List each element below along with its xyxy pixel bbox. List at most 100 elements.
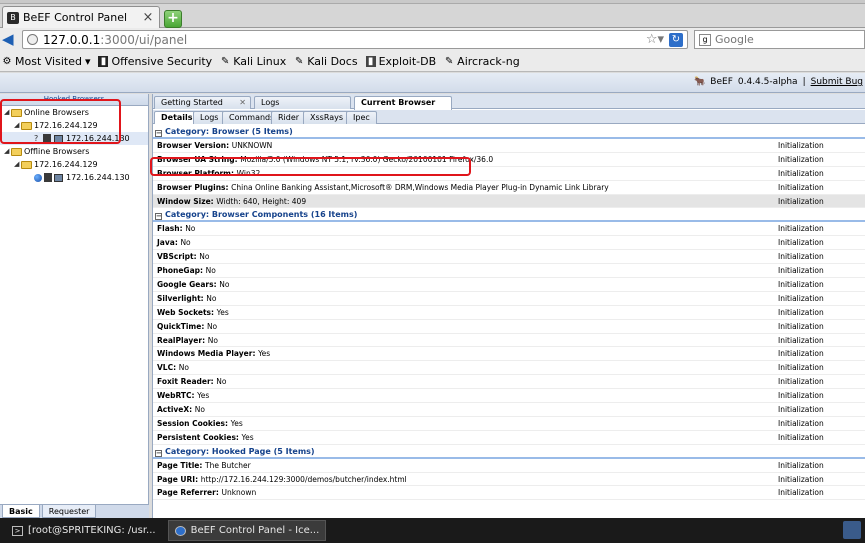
left-panel-tabs: Basic Requester (0, 504, 149, 518)
bookmark-exploit-db[interactable]: ▮ Exploit-DB (365, 55, 436, 68)
expand-arrow-icon[interactable]: ◢ (14, 119, 19, 132)
bookmark-kali-docs[interactable]: ✎ Kali Docs (294, 55, 358, 68)
google-icon: g (699, 33, 711, 46)
folder-icon (21, 161, 32, 169)
expand-arrow-icon[interactable]: ◢ (4, 145, 9, 158)
detail-row[interactable]: Session Cookies: Yes Initialization (153, 417, 865, 431)
tab-requester[interactable]: Requester (41, 505, 97, 518)
submit-bug-link[interactable]: Submit Bug (811, 77, 863, 87)
folder-icon (11, 109, 22, 117)
kali-icon: ✎ (221, 55, 230, 67)
detail-row[interactable]: RealPlayer: No Initialization (153, 334, 865, 348)
online-subnet-label: 172.16.244.129 (34, 121, 98, 130)
tree-offline-browsers[interactable]: ◢ Offline Browsers (0, 145, 148, 158)
exploitdb-icon: ▮ (365, 55, 376, 67)
main-tabs: Getting Started ✕ Logs Current Browser (153, 94, 865, 110)
detail-row[interactable]: Java: No Initialization (153, 236, 865, 251)
folder-icon (21, 122, 32, 130)
category-header[interactable]: − Category: Browser (5 Items) (153, 125, 865, 139)
detail-row[interactable]: QuickTime: No Initialization (153, 320, 865, 334)
bookmark-aircrack-ng[interactable]: ✎ Aircrack-ng (444, 55, 520, 68)
search-bar[interactable]: g (694, 30, 865, 49)
taskbar-browser[interactable]: BeEF Control Panel - Ice... (167, 520, 327, 541)
online-browsers-label: Online Browsers (24, 108, 89, 117)
terminal-icon: > (12, 525, 23, 536)
category-header[interactable]: − Category: Hooked Page (5 Items) (153, 445, 865, 459)
tab-getting-started[interactable]: Getting Started ✕ (154, 96, 251, 109)
bookmarks-toolbar: ⚙ Most Visited ▾ ▮ Offensive Security ✎ Kali… (0, 51, 865, 72)
search-input[interactable] (715, 33, 845, 46)
header-separator: | (802, 77, 806, 87)
browser-tab-bar: B BeEF Control Panel × + (0, 4, 865, 28)
detail-row[interactable]: Persistent Cookies: Yes Initialization (153, 431, 865, 445)
category-header[interactable]: − Category: Browser Components (16 Items) (153, 208, 865, 223)
new-tab-button[interactable]: + (164, 10, 182, 28)
detail-row[interactable]: Windows Media Player: Yes Initialization (153, 347, 865, 362)
back-arrow-icon[interactable]: ◀ (2, 31, 18, 47)
online-host-label: 172.16.244.130 (66, 134, 130, 143)
navigation-bar: ◀ 127.0.0.1:3000/ui/panel ☆▾ ↻ g (0, 28, 865, 51)
beef-header-info: 🐂 BeEF 0.4.4.5-alpha | Submit Bug (694, 77, 863, 87)
beef-header: 🐂 BeEF 0.4.4.5-alpha | Submit Bug (0, 73, 865, 93)
main-panel: Getting Started ✕ Logs Current Browser De… (152, 94, 865, 518)
reload-icon[interactable]: ↻ (669, 32, 683, 47)
detail-row[interactable]: Foxit Reader: No Initialization (153, 375, 865, 390)
close-tab-icon[interactable]: ✕ (239, 97, 246, 109)
detail-row[interactable]: Google Gears: No Initialization (153, 278, 865, 292)
tray-icon[interactable] (843, 521, 861, 539)
detail-row[interactable]: Page Title: The Butcher Initialization (153, 459, 865, 473)
detail-row[interactable]: Page URI: http://172.16.244.129:3000/dem… (153, 473, 865, 487)
offsec-icon: ▮ (98, 55, 109, 67)
tab-basic[interactable]: Basic (2, 505, 40, 518)
detail-row[interactable]: Browser Plugins: China Online Banking As… (153, 181, 865, 195)
tab-current-browser[interactable]: Current Browser (354, 96, 452, 110)
detail-row[interactable]: VBScript: No Initialization (153, 250, 865, 265)
tab-rider[interactable]: Rider (271, 111, 307, 124)
kali-icon: ✎ (295, 55, 304, 67)
detail-row-ua-string[interactable]: Browser UA String: Mozilla/5.0 (Windows … (153, 153, 865, 167)
tab-logs-main[interactable]: Logs (254, 96, 351, 109)
offline-subnet-label: 172.16.244.129 (34, 160, 98, 169)
detail-row[interactable]: Browser Platform: Win32 Initialization (153, 167, 865, 181)
detail-row[interactable]: ActiveX: No Initialization (153, 403, 865, 417)
taskbar: > [root@SPRITEKING: /usr... BeEF Control … (0, 518, 865, 543)
detail-row[interactable]: Window Size: Width: 640, Height: 409 Init… (153, 194, 865, 209)
detail-row[interactable]: Flash: No Initialization (153, 222, 865, 237)
tab-logs[interactable]: Logs (193, 111, 226, 124)
detail-row[interactable]: Page Referrer: Unknown Initialization (153, 486, 865, 501)
tree-offline-host[interactable]: 172.16.244.130 (0, 171, 148, 184)
offline-host-label: 172.16.244.130 (66, 173, 130, 182)
url-bar[interactable]: 127.0.0.1:3000/ui/panel ☆▾ ↻ (22, 30, 688, 49)
close-tab-icon[interactable]: × (141, 10, 155, 25)
tab-ipec[interactable]: Ipec (346, 111, 377, 124)
tree-online-host[interactable]: ? 172.16.244.130 (0, 132, 148, 145)
collapse-icon[interactable]: − (155, 130, 162, 137)
firefox-icon (34, 174, 42, 182)
bookmark-most-visited[interactable]: ⚙ Most Visited ▾ (2, 55, 91, 68)
browser-tab-title: BeEF Control Panel (23, 11, 128, 24)
bookmark-star-icon[interactable]: ☆▾ (646, 32, 664, 47)
collapse-icon[interactable]: − (155, 213, 162, 221)
beef-logo-icon: 🐂 (694, 77, 706, 87)
browser-tab[interactable]: B BeEF Control Panel × (2, 6, 160, 28)
tab-xssrays[interactable]: XssRays (303, 111, 351, 124)
iceweasel-icon (174, 525, 186, 536)
tree-online-subnet[interactable]: ◢ 172.16.244.129 (0, 119, 148, 132)
app-version: 0.4.4.5-alpha (737, 77, 798, 87)
detail-row[interactable]: Browser Version: UNKNOWN Initialization (153, 139, 865, 153)
expand-arrow-icon[interactable]: ◢ (4, 106, 9, 119)
detail-row[interactable]: Web Sockets: Yes Initialization (153, 306, 865, 320)
detail-row[interactable]: VLC: No Initialization (153, 361, 865, 376)
details-grid: − Category: Browser (5 Items) Browser Ver… (153, 125, 865, 518)
bookmark-kali-linux[interactable]: ✎ Kali Linux (220, 55, 286, 68)
bookmark-offensive-security[interactable]: ▮ Offensive Security (98, 55, 212, 68)
collapse-icon[interactable]: − (155, 449, 162, 457)
tree-online-browsers[interactable]: ◢ Online Browsers (0, 106, 148, 119)
url-text[interactable]: 127.0.0.1:3000/ui/panel (43, 33, 641, 47)
tree-offline-subnet[interactable]: ◢ 172.16.244.129 (0, 158, 148, 171)
detail-row[interactable]: WebRTC: Yes Initialization (153, 389, 865, 404)
detail-row[interactable]: PhoneGap: No Initialization (153, 264, 865, 279)
detail-row[interactable]: Silverlight: No Initialization (153, 292, 865, 306)
taskbar-terminal[interactable]: > [root@SPRITEKING: /usr... (6, 520, 162, 541)
expand-arrow-icon[interactable]: ◢ (14, 158, 19, 171)
